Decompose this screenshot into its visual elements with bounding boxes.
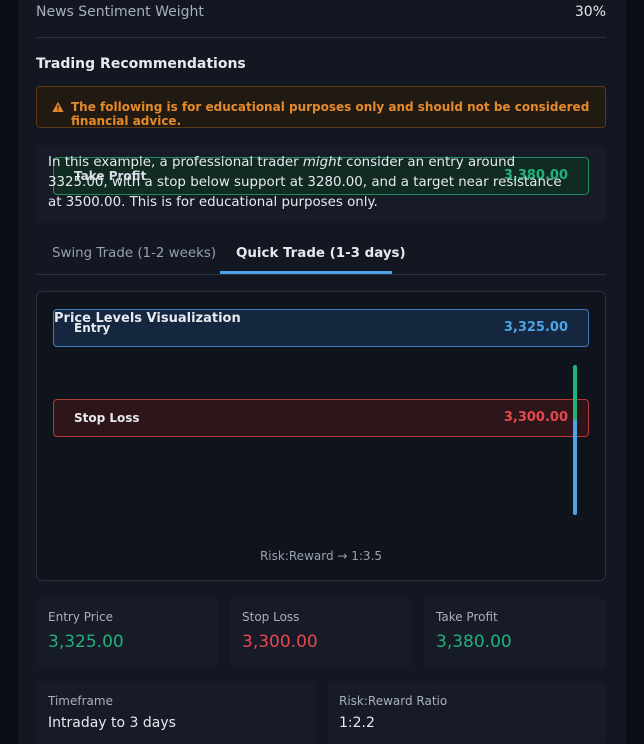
- entry-price-label: Entry Price: [48, 610, 114, 624]
- disclaimer-banner: The following is for educational purpose…: [36, 86, 606, 128]
- stop-loss-label: Stop Loss: [242, 610, 300, 624]
- active-tab-indicator: [220, 271, 392, 274]
- risk-reward-value: 1:2.2: [339, 715, 375, 731]
- sentiment-weight-label: News Sentiment Weight: [36, 4, 204, 20]
- example-box: Take Profit 3,380.00 In this example, a …: [36, 146, 606, 222]
- example-text-start: In this example, a professional trader: [48, 155, 303, 170]
- stop-loss-level-bar: Stop Loss 3,300.00: [53, 399, 589, 437]
- timeframe-value: Intraday to 3 days: [48, 715, 176, 731]
- risk-reward-label: Risk:Reward Ratio: [339, 694, 448, 708]
- risk-range-bar: [573, 420, 577, 515]
- stop-loss-card: Stop Loss 3,300.00: [230, 598, 412, 668]
- sentiment-weight-row: News Sentiment Weight 30%: [36, 2, 606, 38]
- section-title: Trading Recommendations: [36, 56, 246, 72]
- take-profit-label: Take Profit: [436, 610, 498, 624]
- warning-triangle-icon: [52, 101, 64, 112]
- entry-level-value: 3,325.00: [503, 320, 568, 335]
- entry-price-card: Entry Price 3,325.00: [36, 598, 218, 668]
- take-profit-card: Take Profit 3,380.00: [424, 598, 606, 668]
- entry-price-value: 3,325.00: [48, 632, 124, 652]
- example-text-emphasis: might: [302, 155, 342, 170]
- example-text: In this example, a professional trader m…: [48, 153, 578, 213]
- tab-quick-trade[interactable]: Quick Trade (1-3 days): [236, 246, 406, 261]
- trade-type-tabs: Swing Trade (1-2 weeks) Quick Trade (1-3…: [36, 236, 606, 275]
- disclaimer-text: The following is for educational purpose…: [71, 100, 590, 128]
- timeframe-card: Timeframe Intraday to 3 days: [36, 682, 315, 744]
- risk-reward-card: Risk:Reward Ratio 1:2.2: [327, 682, 606, 744]
- stop-loss-value: 3,300.00: [242, 632, 318, 652]
- stop-loss-level-value: 3,300.00: [503, 410, 568, 425]
- take-profit-value: 3,380.00: [436, 632, 512, 652]
- timeframe-label: Timeframe: [48, 694, 113, 708]
- risk-reward-caption: Risk:Reward → 1:3.5: [259, 549, 383, 563]
- price-levels-panel: Entry 3,325.00 Price Levels Visualizatio…: [36, 291, 606, 581]
- sentiment-weight-value: 30%: [574, 4, 606, 20]
- stop-loss-level-label: Stop Loss: [74, 411, 140, 425]
- price-levels-title: Price Levels Visualization: [54, 311, 241, 326]
- tab-swing-trade[interactable]: Swing Trade (1-2 weeks): [52, 246, 216, 261]
